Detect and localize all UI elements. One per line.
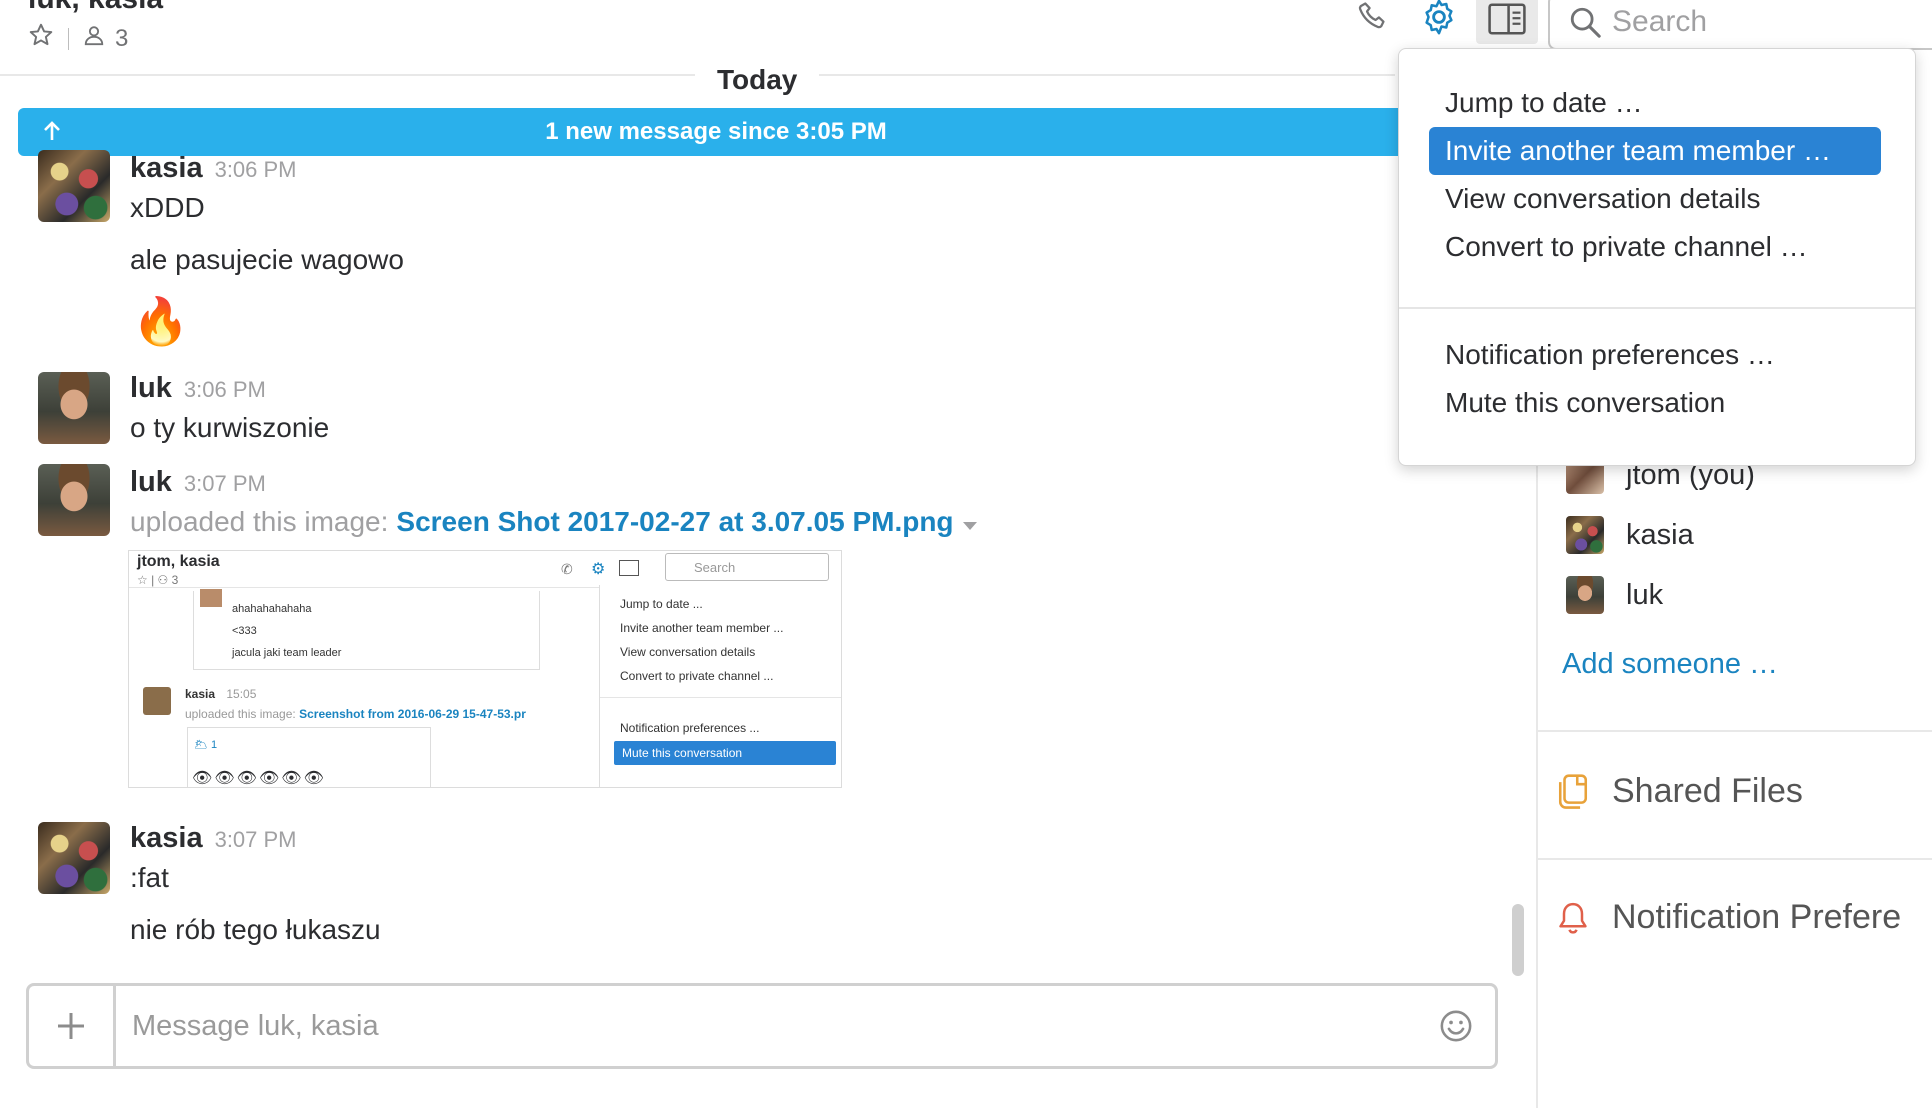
member-count[interactable]: 3 <box>115 25 128 53</box>
thumb-menu-item: View conversation details <box>620 645 756 659</box>
fire-emoji[interactable]: 🔥 <box>132 294 189 349</box>
thumb-avatar <box>143 687 171 715</box>
search-input[interactable]: Search <box>1548 0 1932 50</box>
message-text: nie rób tego łukaszu <box>130 914 381 945</box>
message-author[interactable]: luk <box>130 372 172 405</box>
member-name: kasia <box>1626 518 1694 551</box>
sidebar-divider <box>1538 858 1932 860</box>
thumb-phone-icon: ✆ <box>561 561 573 577</box>
thumb-menu-divider <box>600 697 841 698</box>
message-text: :fat <box>130 862 169 893</box>
message-text: ale pasujecie wagowo <box>130 244 404 275</box>
thumb-avatar <box>200 589 222 607</box>
meta-divider <box>68 27 69 50</box>
notification-prefs-section[interactable]: Notification Prefere <box>1556 898 1901 937</box>
thumb-quote-box: ahahahahahaha <333 jacula jaki team lead… <box>193 589 540 670</box>
message-time[interactable]: 3:06 PM <box>215 157 297 183</box>
members-icon[interactable] <box>83 24 105 53</box>
sidebar-toggle-icon[interactable] <box>1476 0 1538 44</box>
thumb-menu-item: Jump to date ... <box>620 597 703 611</box>
message-header: kasia 3:06 PM <box>130 152 297 185</box>
message-time[interactable]: 3:06 PM <box>184 377 266 403</box>
message-time[interactable]: 3:07 PM <box>184 471 266 497</box>
thumb-upload: uploaded this image: Screenshot from 201… <box>185 707 526 721</box>
thumb-reaction: 🌥 1 <box>194 739 218 751</box>
arrow-up-icon <box>42 120 62 149</box>
message-header: luk 3:06 PM <box>130 372 266 405</box>
message-time[interactable]: 3:07 PM <box>215 827 297 853</box>
bell-icon <box>1556 900 1590 936</box>
thumb-menu: Jump to date ... Invite another team mem… <box>599 585 841 787</box>
conversation-settings-menu: Jump to date … Invite another team membe… <box>1398 48 1916 466</box>
avatar[interactable] <box>38 372 110 444</box>
menu-item-view-details[interactable]: View conversation details <box>1429 175 1881 223</box>
files-icon <box>1556 773 1590 811</box>
member-item[interactable]: luk <box>1566 576 1663 614</box>
image-thumbnail[interactable]: jtom, kasia ☆ | ⚇ 3 ✆ ⚙ Search ahahahaha… <box>128 550 842 788</box>
menu-divider <box>1399 307 1915 309</box>
avatar <box>1566 516 1604 554</box>
message-author[interactable]: luk <box>130 466 172 499</box>
add-someone-link[interactable]: Add someone … <box>1562 648 1778 681</box>
channel-title: luk, kasia <box>28 0 163 16</box>
message-header: luk 3:07 PM <box>130 466 266 499</box>
sidebar-divider <box>1538 730 1932 732</box>
member-item[interactable]: kasia <box>1566 516 1694 554</box>
thumb-line: ahahahahahaha <box>232 603 312 615</box>
caret-down-icon[interactable] <box>962 506 978 538</box>
thumb-search: Search <box>665 553 829 581</box>
message-text: xDDD <box>130 192 205 223</box>
search-placeholder: Search <box>1612 5 1708 38</box>
message-author[interactable]: kasia <box>130 152 203 185</box>
thumb-gear-icon: ⚙ <box>591 561 606 578</box>
message-text: o ty kurwiszonie <box>130 412 330 443</box>
thumb-count: 3 <box>171 573 179 587</box>
scrollbar[interactable] <box>1512 904 1524 976</box>
message-author[interactable]: kasia <box>130 822 203 855</box>
menu-item-jump-to-date[interactable]: Jump to date … <box>1429 79 1881 127</box>
menu-item-convert-private[interactable]: Convert to private channel … <box>1429 223 1881 271</box>
menu-item-mute[interactable]: Mute this conversation <box>1429 379 1881 427</box>
member-name: luk <box>1626 578 1664 611</box>
message-header: kasia 3:07 PM <box>130 822 297 855</box>
today-label: Today <box>695 64 820 96</box>
thumb-author: kasia 15:05 <box>185 687 257 701</box>
channel-meta: 3 <box>28 22 128 55</box>
thumb-emoji-row: 👁👁👁👁👁👁 <box>192 770 326 787</box>
upload-prefix: uploaded this image: <box>130 506 389 537</box>
upload-line: uploaded this image: Screen Shot 2017-02… <box>130 506 978 538</box>
thumb-divider <box>129 587 599 588</box>
star-icon[interactable] <box>28 22 54 55</box>
thumb-menu-item: Convert to private channel ... <box>620 669 774 683</box>
new-message-banner[interactable]: 1 new message since 3:05 PM <box>18 108 1414 156</box>
search-icon <box>1568 5 1602 39</box>
thumb-meta: ☆ | ⚇ 3 <box>137 573 179 587</box>
shared-files-label: Shared Files <box>1612 772 1803 810</box>
avatar[interactable] <box>38 464 110 536</box>
plus-icon <box>58 1013 84 1039</box>
avatar[interactable] <box>38 822 110 894</box>
add-attachment-button[interactable] <box>29 986 116 1066</box>
thumb-line: jacula jaki team leader <box>232 647 342 659</box>
phone-icon[interactable] <box>1350 0 1396 34</box>
thumb-line: <333 <box>232 625 257 637</box>
thumb-menu-item: Invite another team member ... <box>620 621 784 635</box>
avatar[interactable] <box>38 150 110 222</box>
message-composer[interactable]: Message luk, kasia <box>26 983 1498 1069</box>
file-link[interactable]: Screen Shot 2017-02-27 at 3.07.05 PM.png <box>396 506 953 538</box>
new-message-text: 1 new message since 3:05 PM <box>545 118 887 145</box>
menu-item-invite-member[interactable]: Invite another team member … <box>1429 127 1881 175</box>
notification-prefs-label: Notification Prefere <box>1612 898 1902 936</box>
thumb-menu-item-active: Mute this conversation <box>614 741 836 765</box>
thumb-sidebar-icon <box>619 560 639 576</box>
emoji-icon[interactable] <box>1439 1009 1473 1043</box>
menu-item-notification-prefs[interactable]: Notification preferences … <box>1429 331 1881 379</box>
gear-icon[interactable] <box>1416 0 1462 35</box>
avatar <box>1566 576 1604 614</box>
shared-files-section[interactable]: Shared Files <box>1556 772 1803 811</box>
message-input[interactable]: Message luk, kasia <box>116 1010 1439 1043</box>
thumb-title: jtom, kasia <box>137 553 220 570</box>
thumb-menu-item: Notification preferences ... <box>620 721 760 735</box>
thumb-image-box: 🌥 1 👁👁👁👁👁👁 <box>187 727 431 787</box>
